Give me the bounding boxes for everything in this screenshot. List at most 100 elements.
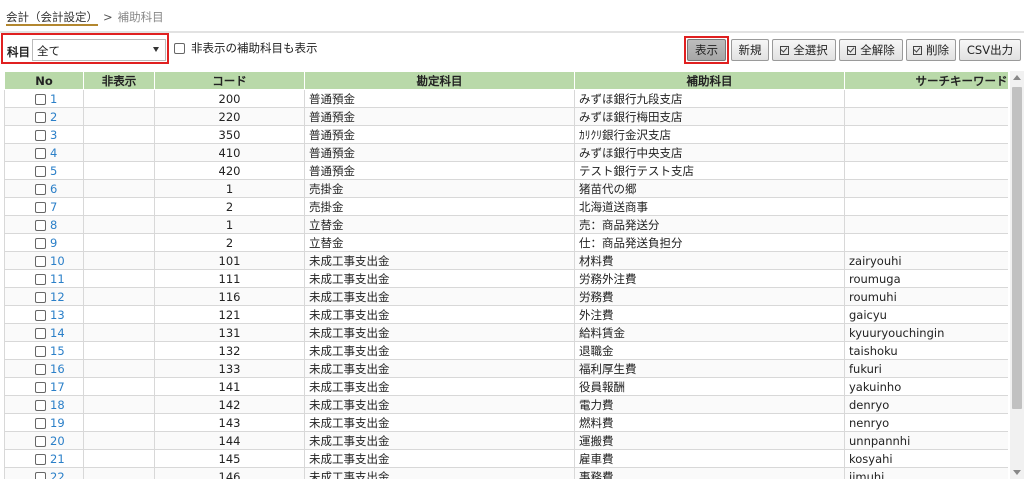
table-row[interactable]: 16 133 未成工事支出金 福利厚生費 fukuri xyxy=(4,359,1008,378)
new-button-label: 新規 xyxy=(738,43,762,57)
checkbox-icon[interactable] xyxy=(35,93,46,105)
row-link[interactable]: 3 xyxy=(50,128,57,142)
row-link[interactable]: 16 xyxy=(50,362,65,376)
table-row[interactable]: 6 1 売掛金 猪苗代の郷 xyxy=(4,179,1008,198)
column-header-no[interactable]: No xyxy=(4,71,84,90)
row-code-cell: 144 xyxy=(154,431,305,450)
row-link[interactable]: 2 xyxy=(50,110,57,124)
row-link[interactable]: 20 xyxy=(50,434,65,448)
new-button[interactable]: 新規 xyxy=(731,39,769,61)
column-header-sub-account[interactable]: 補助科目 xyxy=(574,71,845,90)
row-link[interactable]: 21 xyxy=(50,452,65,466)
scroll-down-icon[interactable] xyxy=(1013,470,1021,475)
table-row[interactable]: 18 142 未成工事支出金 電力費 denryo xyxy=(4,395,1008,414)
column-header-hidden[interactable]: 非表示 xyxy=(83,71,155,90)
checkbox-icon[interactable] xyxy=(35,345,46,357)
row-sub-account-cell: 退職金 xyxy=(574,341,845,360)
row-link[interactable]: 18 xyxy=(50,398,65,412)
table-row[interactable]: 14 131 未成工事支出金 給料賃金 kyuuryouchingin xyxy=(4,323,1008,342)
checkbox-icon[interactable] xyxy=(35,399,46,411)
row-link[interactable]: 6 xyxy=(50,182,57,196)
checkbox-icon[interactable] xyxy=(35,291,46,303)
checkbox-icon[interactable] xyxy=(35,273,46,285)
table-row[interactable]: 10 101 未成工事支出金 材料費 zairyouhi xyxy=(4,251,1008,270)
row-account-cell: 立替金 xyxy=(304,233,575,252)
checkbox-icon[interactable] xyxy=(35,471,46,479)
row-link[interactable]: 22 xyxy=(50,470,65,479)
table-row[interactable]: 22 146 未成工事支出金 事務費 jimuhi xyxy=(4,467,1008,479)
row-hidden-cell xyxy=(83,197,155,216)
table-row[interactable]: 12 116 未成工事支出金 労務費 roumuhi xyxy=(4,287,1008,306)
vertical-scrollbar[interactable] xyxy=(1010,71,1024,479)
show-button[interactable]: 表示 xyxy=(687,39,726,61)
row-no-cell: 6 xyxy=(4,179,84,198)
deselect-all-button[interactable]: 全解除 xyxy=(839,39,903,61)
checkbox-icon[interactable] xyxy=(35,201,46,213)
row-sub-account-cell: 材料費 xyxy=(574,251,845,270)
row-link[interactable]: 10 xyxy=(50,254,65,268)
row-link[interactable]: 4 xyxy=(50,146,57,160)
row-link[interactable]: 13 xyxy=(50,308,65,322)
table-row[interactable]: 21 145 未成工事支出金 雇車費 kosyahi xyxy=(4,449,1008,468)
table-row[interactable]: 19 143 未成工事支出金 燃料費 nenryo xyxy=(4,413,1008,432)
row-link[interactable]: 9 xyxy=(50,236,57,250)
csv-export-button[interactable]: CSV出力 xyxy=(959,39,1021,61)
checkbox-icon[interactable] xyxy=(35,165,46,177)
row-link[interactable]: 15 xyxy=(50,344,65,358)
checkbox-icon[interactable] xyxy=(174,42,185,54)
checkbox-icon[interactable] xyxy=(35,111,46,123)
row-link[interactable]: 17 xyxy=(50,380,65,394)
table-row[interactable]: 8 1 立替金 売：商品発送分 xyxy=(4,215,1008,234)
checkbox-icon[interactable] xyxy=(35,327,46,339)
table-row[interactable]: 13 121 未成工事支出金 外注費 gaicyu xyxy=(4,305,1008,324)
row-hidden-cell xyxy=(83,467,155,479)
table-row[interactable]: 5 420 普通預金 テスト銀行テスト支店 xyxy=(4,161,1008,180)
table-row[interactable]: 20 144 未成工事支出金 運搬費 unnpannhi xyxy=(4,431,1008,450)
checkbox-icon[interactable] xyxy=(35,147,46,159)
delete-button[interactable]: 削除 xyxy=(906,39,956,61)
column-header-account[interactable]: 勘定科目 xyxy=(304,71,575,90)
table-row[interactable]: 2 220 普通預金 みずほ銀行梅田支店 xyxy=(4,107,1008,126)
row-sub-account-cell: テスト銀行テスト支店 xyxy=(574,161,845,180)
checkbox-icon[interactable] xyxy=(35,255,46,267)
checkbox-icon[interactable] xyxy=(35,381,46,393)
table-row[interactable]: 4 410 普通預金 みずほ銀行中央支店 xyxy=(4,143,1008,162)
checkbox-icon[interactable] xyxy=(35,237,46,249)
row-code-cell: 133 xyxy=(154,359,305,378)
show-hidden-toggle[interactable]: 非表示の補助科目も表示 xyxy=(174,40,318,56)
table-row[interactable]: 1 200 普通預金 みずほ銀行九段支店 xyxy=(4,89,1008,108)
checkbox-icon[interactable] xyxy=(35,309,46,321)
scrollbar-thumb[interactable] xyxy=(1012,87,1022,409)
row-link[interactable]: 11 xyxy=(50,272,65,286)
row-sub-account-cell: 労務費 xyxy=(574,287,845,306)
checkbox-icon[interactable] xyxy=(35,417,46,429)
row-sub-account-cell: 仕：商品発送負担分 xyxy=(574,233,845,252)
column-header-search-keyword[interactable]: サーチキーワード xyxy=(844,71,1008,90)
row-keyword-cell: denryo xyxy=(844,395,1008,414)
checkbox-icon[interactable] xyxy=(35,435,46,447)
select-all-button[interactable]: 全選択 xyxy=(772,39,836,61)
row-link[interactable]: 7 xyxy=(50,200,57,214)
table-row[interactable]: 3 350 普通預金 ｶﾘｸﾘ銀行金沢支店 xyxy=(4,125,1008,144)
row-link[interactable]: 5 xyxy=(50,164,57,178)
row-link[interactable]: 19 xyxy=(50,416,65,430)
account-filter-select[interactable]: 全て xyxy=(32,39,166,61)
row-link[interactable]: 1 xyxy=(50,92,57,106)
table-row[interactable]: 17 141 未成工事支出金 役員報酬 yakuinho xyxy=(4,377,1008,396)
checkbox-icon[interactable] xyxy=(35,219,46,231)
table-row[interactable]: 7 2 売掛金 北海道送商事 xyxy=(4,197,1008,216)
scroll-up-icon[interactable] xyxy=(1013,75,1021,80)
column-header-code[interactable]: コード xyxy=(154,71,305,90)
row-link[interactable]: 14 xyxy=(50,326,65,340)
checkbox-icon[interactable] xyxy=(35,129,46,141)
row-link[interactable]: 12 xyxy=(50,290,65,304)
row-hidden-cell xyxy=(83,413,155,432)
breadcrumb-link-accounting-settings[interactable]: 会計（会計設定） xyxy=(6,10,98,24)
checkbox-icon[interactable] xyxy=(35,363,46,375)
checkbox-icon[interactable] xyxy=(35,183,46,195)
row-link[interactable]: 8 xyxy=(50,218,57,232)
table-row[interactable]: 15 132 未成工事支出金 退職金 taishoku xyxy=(4,341,1008,360)
table-row[interactable]: 9 2 立替金 仕：商品発送負担分 xyxy=(4,233,1008,252)
checkbox-icon[interactable] xyxy=(35,453,46,465)
table-row[interactable]: 11 111 未成工事支出金 労務外注費 roumuga xyxy=(4,269,1008,288)
